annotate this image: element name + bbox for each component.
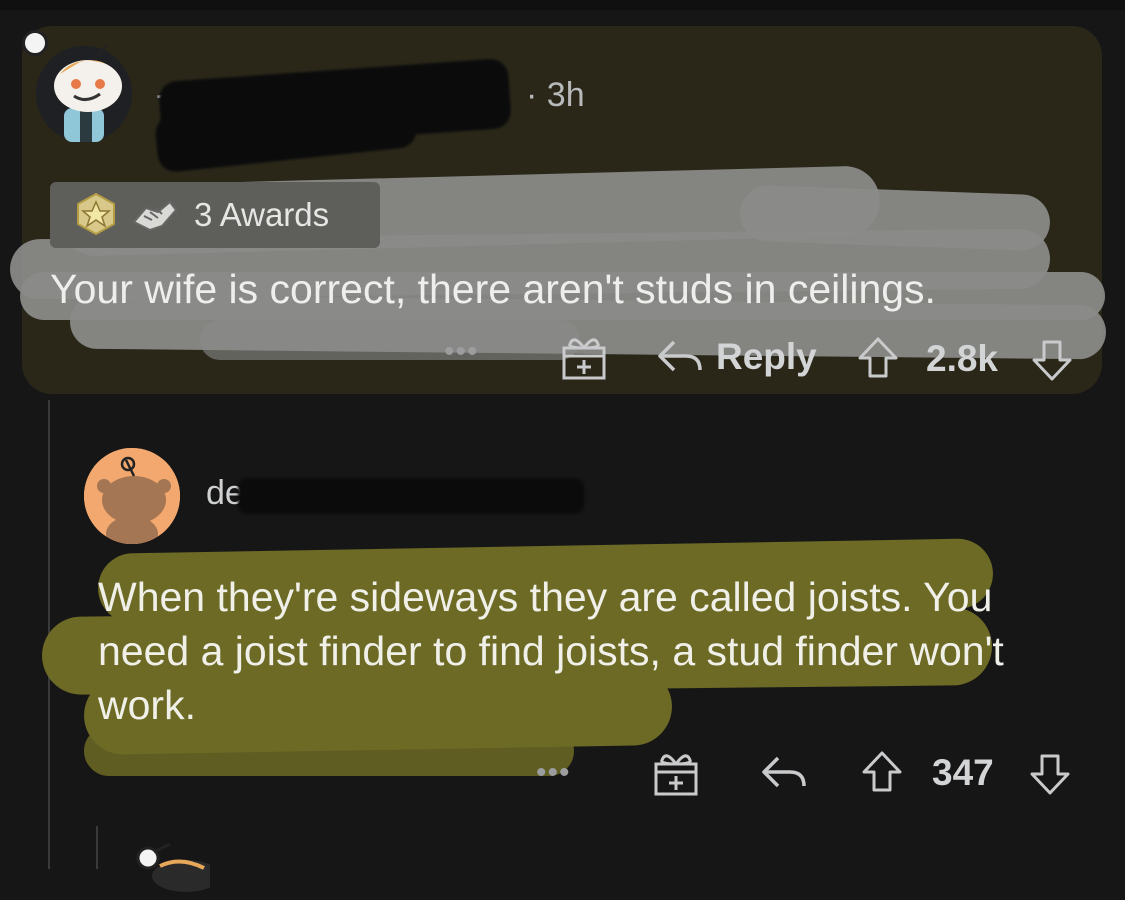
downvote-icon[interactable] xyxy=(1030,338,1074,382)
snoo-avatar-icon xyxy=(136,842,210,892)
more-options-icon[interactable]: ••• xyxy=(536,756,571,790)
snoo-avatar-icon xyxy=(84,448,180,544)
reply-arrow-icon[interactable] xyxy=(760,752,808,792)
gift-award-icon[interactable] xyxy=(560,334,608,380)
reply-arrow-icon[interactable] xyxy=(656,336,704,376)
highlight-stroke xyxy=(200,320,580,360)
awards-count[interactable]: 3 Awards xyxy=(194,196,329,234)
score: 347 xyxy=(932,752,994,794)
avatar[interactable] xyxy=(84,448,180,544)
reply-label: Reply xyxy=(716,336,817,377)
award-handshake-icon xyxy=(132,200,178,232)
score-value: 347 xyxy=(932,752,994,793)
highlight-stroke xyxy=(739,184,1051,252)
upvote-icon[interactable] xyxy=(860,750,904,794)
highlight-stroke xyxy=(84,726,574,776)
redaction-scribble xyxy=(238,478,584,514)
comment-timestamp: · 3h xyxy=(526,76,585,115)
score-value: 2.8k xyxy=(926,338,999,379)
gift-award-icon[interactable] xyxy=(652,750,700,796)
more-options-icon[interactable]: ••• xyxy=(444,335,479,369)
meta-separator: · xyxy=(526,76,538,114)
comment-body: Your wife is correct, there aren't studs… xyxy=(50,266,936,312)
reply-button[interactable]: Reply xyxy=(716,336,817,378)
upvote-icon[interactable] xyxy=(856,336,900,380)
top-strip xyxy=(0,0,1125,10)
snoo-avatar-icon xyxy=(36,41,132,142)
comment-age: 3h xyxy=(546,76,585,114)
avatar[interactable] xyxy=(36,41,132,142)
score: 2.8k xyxy=(926,338,998,380)
thread-line[interactable] xyxy=(96,826,98,869)
downvote-icon[interactable] xyxy=(1028,752,1072,796)
snoo-antenna-icon xyxy=(22,30,48,56)
comment-body: When they're sideways they are called jo… xyxy=(98,574,1004,728)
award-medal-icon xyxy=(77,192,115,236)
